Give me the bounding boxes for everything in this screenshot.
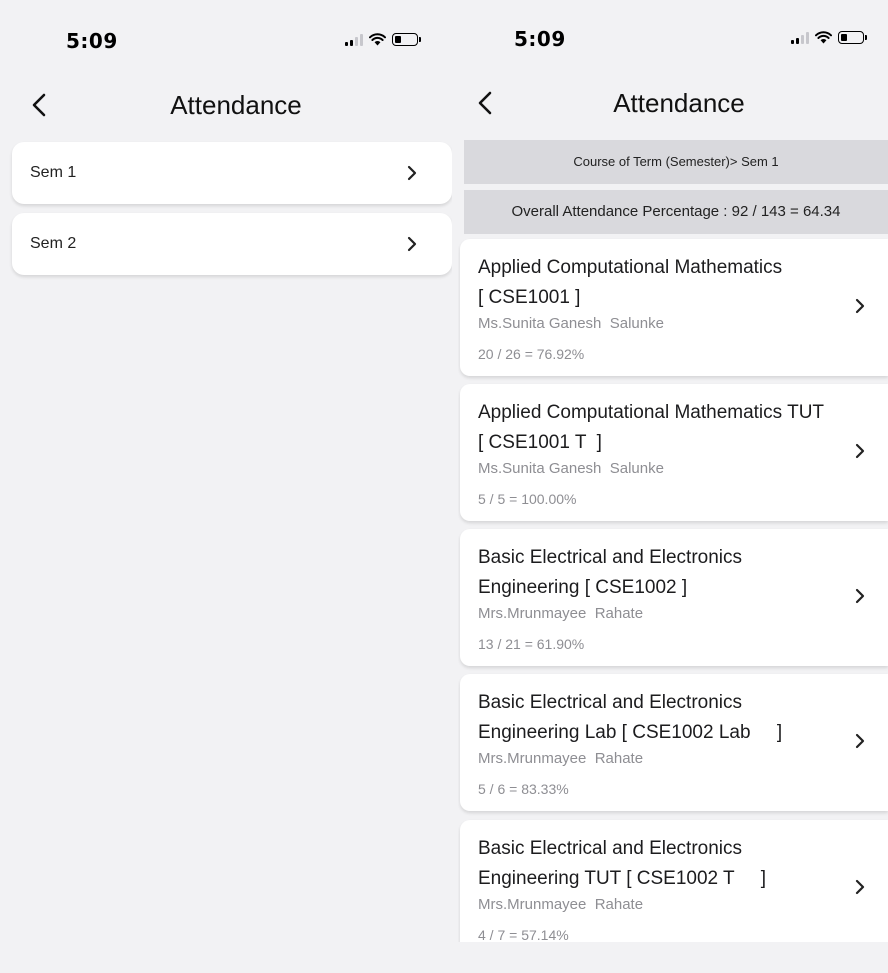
course-title-line: Basic Electrical and Electronics	[478, 547, 742, 568]
course-title-line: Applied Computational Mathematics TUT	[478, 402, 825, 423]
course-title-line: Basic Electrical and Electronics	[478, 692, 742, 713]
nav-bar: Attendance	[0, 80, 452, 130]
chevron-right-icon	[855, 588, 865, 604]
course-title-line: Basic Electrical and Electronics	[478, 838, 742, 859]
course-attendance: 4 / 7 = 57.14%	[478, 927, 569, 943]
status-bar: 5:09	[458, 0, 888, 70]
course-title-line: Engineering Lab [ CSE1002 Lab ]	[478, 722, 783, 743]
semester-item-sem-1[interactable]: Sem 1	[12, 142, 452, 204]
nav-bar: Attendance	[458, 78, 888, 128]
cellular-signal-icon	[345, 33, 363, 46]
battery-icon	[838, 31, 867, 44]
status-icons	[791, 31, 867, 44]
course-item[interactable]: Basic Electrical and Electronics Enginee…	[460, 820, 888, 957]
course-teacher: Mrs.Mrunmayee Rahate	[478, 896, 644, 913]
page-title: Attendance	[613, 88, 745, 118]
course-title-line: Engineering TUT [ CSE1002 T ]	[478, 868, 766, 889]
chevron-right-icon	[855, 298, 865, 314]
course-item[interactable]: Basic Electrical and Electronics Enginee…	[460, 674, 888, 811]
semester-label: Sem 1	[30, 164, 77, 181]
status-time: 5:09	[514, 27, 566, 51]
chevron-right-icon	[407, 236, 417, 252]
course-attendance: 20 / 26 = 76.92%	[478, 346, 585, 362]
course-attendance: 13 / 21 = 61.90%	[478, 636, 585, 652]
term-banner: Course of Term (Semester)> Sem 1	[464, 140, 888, 184]
semester-item-sem-2[interactable]: Sem 2	[12, 213, 452, 275]
course-attendance: 5 / 5 = 100.00%	[478, 491, 577, 507]
status-icons	[345, 33, 421, 46]
course-title: Basic Electrical and Electronics Enginee…	[478, 543, 838, 603]
course-item[interactable]: Applied Computational Mathematics TUT [ …	[460, 384, 888, 521]
course-title: Applied Computational Mathematics [ CSE1…	[478, 253, 838, 313]
course-teacher: Mrs.Mrunmayee Rahate	[478, 605, 644, 622]
course-item[interactable]: Applied Computational Mathematics [ CSE1…	[460, 239, 888, 376]
course-item[interactable]: Basic Electrical and Electronics Enginee…	[460, 529, 888, 666]
course-title-line: [ CSE1001 T ]	[478, 432, 602, 453]
course-title: Applied Computational Mathematics TUT [ …	[478, 398, 838, 458]
page-title: Attendance	[170, 90, 302, 120]
scroll-clip-area	[458, 942, 888, 973]
course-title: Basic Electrical and Electronics Enginee…	[478, 834, 838, 894]
wifi-icon	[369, 33, 386, 46]
chevron-right-icon	[855, 879, 865, 895]
cellular-signal-icon	[791, 31, 809, 44]
chevron-right-icon	[855, 443, 865, 459]
overall-attendance-banner: Overall Attendance Percentage : 92 / 143…	[464, 190, 888, 234]
chevron-right-icon	[855, 733, 865, 749]
status-bar: 5:09	[0, 0, 452, 70]
chevron-right-icon	[407, 165, 417, 181]
course-teacher: Ms.Sunita Ganesh Salunke	[478, 315, 664, 332]
course-attendance-screen: 5:09 Attendance Course of Term (Semester…	[458, 0, 888, 973]
battery-icon	[392, 33, 421, 46]
course-title: Basic Electrical and Electronics Enginee…	[478, 688, 838, 748]
semester-label: Sem 2	[30, 235, 77, 252]
status-time: 5:09	[66, 29, 118, 53]
course-title-line: Engineering [ CSE1002 ]	[478, 577, 688, 598]
course-teacher: Mrs.Mrunmayee Rahate	[478, 750, 644, 767]
semester-list-screen: 5:09 Attendance Sem 1 Sem 2	[0, 0, 452, 973]
wifi-icon	[815, 31, 832, 44]
course-teacher: Ms.Sunita Ganesh Salunke	[478, 460, 664, 477]
course-title-line: [ CSE1001 ]	[478, 287, 581, 308]
course-attendance: 5 / 6 = 83.33%	[478, 781, 569, 797]
course-title-line: Applied Computational Mathematics	[478, 257, 783, 278]
